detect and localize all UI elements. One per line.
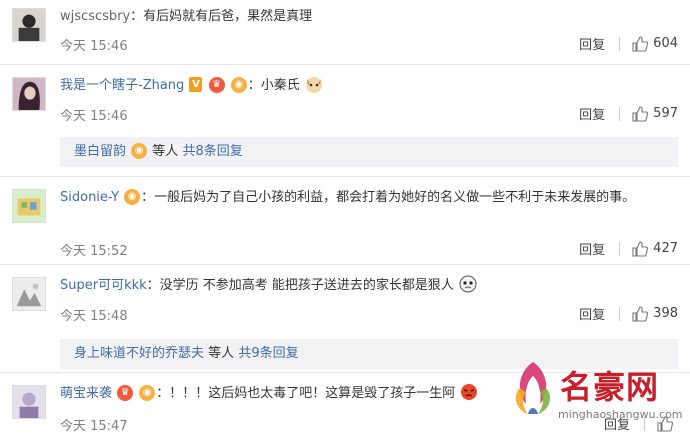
thumb-up-icon[interactable]	[632, 240, 649, 257]
username-link[interactable]: 萌宝来袭	[60, 386, 112, 401]
avatar[interactable]	[12, 385, 46, 419]
comment-actions: 回复 427	[579, 239, 678, 258]
divider	[619, 306, 621, 321]
sub-reply-suffix: 等人	[152, 144, 179, 159]
like-count: 427	[653, 241, 678, 256]
comment-item: Sidonie-Y ◉ ：一般后妈为了自己小孩的利益，都会打着为她好的名义做一些不…	[0, 177, 690, 263]
like-count: 398	[653, 306, 678, 321]
cat-emoji-icon	[305, 76, 322, 93]
face-emoji-icon	[459, 275, 477, 292]
divider	[619, 241, 621, 256]
comment-actions: 回复 597	[579, 104, 678, 123]
comment-text: ：一般后妈为了自己小孩的利益，都会打着为她好的名义做一些不利于未来发展的事。	[141, 190, 636, 205]
divider	[619, 36, 621, 51]
vip-badge-icon: V	[189, 77, 203, 92]
username-link[interactable]: Super可可kkk	[60, 278, 147, 293]
timestamp: 今天 15:46	[60, 109, 128, 124]
avatar-image	[13, 78, 45, 110]
angry-emoji-icon	[461, 383, 478, 400]
watermark-url: minghaoshangwu.com	[558, 408, 683, 421]
avatar[interactable]	[12, 8, 46, 42]
sub-reply-user[interactable]: 身上味道不好的乔瑟夫	[74, 346, 204, 361]
ring-badge-icon: ◉	[230, 76, 247, 93]
comment-actions: 回复 604	[579, 34, 678, 53]
reply-button[interactable]: 回复	[579, 104, 605, 123]
avatar-image	[13, 9, 45, 41]
comment-text: ：没学历 不参加高考 能把孩子送进去的家长都是狠人	[146, 278, 454, 293]
avatar[interactable]	[12, 277, 46, 311]
reply-button[interactable]: 回复	[579, 34, 605, 53]
watermark-logo-icon	[515, 362, 551, 414]
timestamp: 今天 15:48	[60, 309, 128, 324]
avatar-image	[13, 386, 45, 418]
site-watermark: 名豪网 minghaoshangwu.com	[508, 356, 690, 433]
comment-text: ：有后妈就有后爸，果然是真理	[130, 9, 313, 24]
reply-button[interactable]: 回复	[579, 239, 605, 258]
comment-item: 我是一个瞎子-Zhang V ♛ ◉ ：小秦氏 今天 15:46 回复 597 墨…	[0, 65, 690, 175]
like-count: 597	[653, 106, 678, 121]
comment-body: 我是一个瞎子-Zhang V ♛ ◉ ：小秦氏	[60, 75, 672, 97]
comment-text: ：！！！这后妈也太毒了吧！这算是毁了孩子一生阿	[156, 386, 456, 401]
divider	[619, 106, 621, 121]
avatar[interactable]	[12, 77, 46, 111]
crown-badge-icon: ♛	[117, 384, 134, 401]
watermark-name: 名豪网	[560, 368, 660, 406]
sub-reply-suffix: 等人	[208, 346, 235, 361]
sub-replies-bar[interactable]: 墨白留韵 ◉ 等人 共8条回复	[60, 137, 678, 167]
thumb-up-icon[interactable]	[632, 35, 649, 52]
ring-badge-icon: ◉	[139, 384, 156, 401]
crown-badge-icon: ♛	[208, 76, 225, 93]
avatar-image	[13, 190, 45, 222]
sub-reply-user[interactable]: 墨白留韵	[74, 144, 126, 159]
comment-body: Super可可kkk：没学历 不参加高考 能把孩子送进去的家长都是狠人	[60, 275, 672, 297]
username-link[interactable]: Sidonie-Y	[60, 190, 119, 205]
sub-reply-count-link[interactable]: 共8条回复	[182, 144, 242, 159]
thumb-up-icon[interactable]	[632, 305, 649, 322]
timestamp: 今天 15:47	[60, 419, 128, 433]
timestamp: 今天 15:46	[60, 39, 128, 54]
comment-item: wjscscsbry：有后妈就有后爸，果然是真理 今天 15:46 回复 604	[0, 0, 690, 64]
username-link[interactable]: wjscscsbry	[60, 9, 130, 24]
avatar-image	[13, 278, 45, 310]
ring-badge-icon: ◉	[131, 142, 148, 159]
avatar[interactable]	[12, 189, 46, 223]
reply-button[interactable]: 回复	[579, 304, 605, 323]
comment-body: wjscscsbry：有后妈就有后爸，果然是真理	[60, 6, 672, 28]
comment-body: Sidonie-Y ◉ ：一般后妈为了自己小孩的利益，都会打着为她好的名义做一些不…	[60, 187, 672, 209]
comment-actions: 回复 398	[579, 304, 678, 323]
like-count: 604	[653, 36, 678, 51]
username-link[interactable]: 我是一个瞎子-Zhang	[60, 78, 184, 93]
ring-badge-icon: ◉	[124, 188, 141, 205]
timestamp: 今天 15:52	[60, 244, 128, 259]
sub-reply-count-link[interactable]: 共9条回复	[238, 346, 298, 361]
comment-text: ：小秦氏	[247, 78, 300, 93]
thumb-up-icon[interactable]	[632, 105, 649, 122]
